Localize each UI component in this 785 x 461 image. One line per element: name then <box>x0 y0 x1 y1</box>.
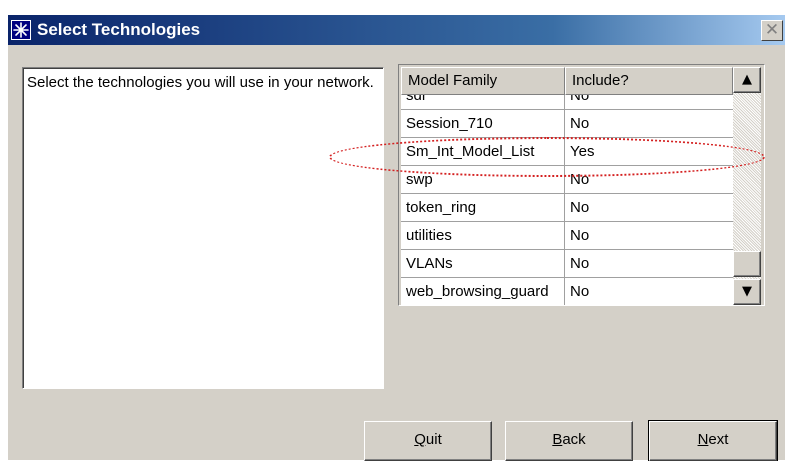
table-row[interactable]: token_ring No <box>401 194 733 222</box>
back-label: ack <box>562 431 586 448</box>
vertical-scrollbar[interactable]: ▲ ▼ <box>733 67 761 305</box>
include-cell[interactable]: No <box>565 110 733 137</box>
model-family-cell: Sm_Int_Model_List <box>401 138 565 165</box>
model-family-cell: Session_710 <box>401 110 565 137</box>
arrow-up-icon: ▲ <box>742 72 752 87</box>
model-family-cell: web_browsing_guard <box>401 278 565 305</box>
table-row[interactable]: web_browsing_guard No <box>401 278 733 305</box>
column-header-include[interactable]: Include? <box>565 67 733 95</box>
title-bar[interactable]: Select Technologies ✕ <box>8 15 785 45</box>
table-row-highlighted[interactable]: Sm_Int_Model_List Yes <box>401 138 733 166</box>
model-family-cell: utilities <box>401 222 565 249</box>
quit-button[interactable]: Quit <box>364 421 492 461</box>
table-row[interactable]: swp No <box>401 166 733 194</box>
next-accelerator: N <box>697 431 709 448</box>
scrollbar-thumb[interactable] <box>733 251 761 277</box>
table-row[interactable]: sdr No <box>401 95 733 110</box>
back-button[interactable]: Back <box>505 421 633 461</box>
next-button[interactable]: Next <box>648 420 778 461</box>
quit-accelerator: Q <box>414 431 426 448</box>
select-technologies-dialog: Select Technologies ✕ Select the technol… <box>7 14 785 461</box>
model-family-cell: swp <box>401 166 565 193</box>
model-family-cell: VLANs <box>401 250 565 277</box>
description-panel: Select the technologies you will use in … <box>22 67 384 389</box>
description-text: Select the technologies you will use in … <box>27 74 374 91</box>
scroll-down-button[interactable]: ▼ <box>733 279 761 305</box>
next-label: ext <box>708 431 729 448</box>
scroll-up-button[interactable]: ▲ <box>733 67 761 93</box>
model-family-cell: sdr <box>401 95 565 109</box>
include-cell[interactable]: No <box>565 166 733 193</box>
include-cell[interactable]: No <box>565 95 733 109</box>
technology-grid[interactable]: Model Family Include? sdr No Session_710… <box>398 64 765 306</box>
close-button[interactable]: ✕ <box>761 20 783 41</box>
include-cell[interactable]: No <box>565 250 733 277</box>
column-header-model-family[interactable]: Model Family <box>401 67 565 95</box>
arrow-down-icon: ▼ <box>742 284 752 299</box>
include-cell[interactable]: Yes <box>565 138 733 165</box>
window-title: Select Technologies <box>37 20 201 39</box>
table-row[interactable]: VLANs No <box>401 250 733 278</box>
asterisk-app-icon <box>11 20 31 40</box>
grid-header: Model Family Include? <box>401 67 733 95</box>
table-row[interactable]: utilities No <box>401 222 733 250</box>
back-accelerator: B <box>552 431 563 448</box>
close-icon: ✕ <box>764 20 780 40</box>
include-cell[interactable]: No <box>565 194 733 221</box>
table-row[interactable]: Session_710 No <box>401 110 733 138</box>
grid-rows: sdr No Session_710 No Sm_Int_Model_List … <box>401 95 733 305</box>
quit-label: uit <box>425 431 442 448</box>
include-cell[interactable]: No <box>565 222 733 249</box>
model-family-cell: token_ring <box>401 194 565 221</box>
include-cell[interactable]: No <box>565 278 733 305</box>
